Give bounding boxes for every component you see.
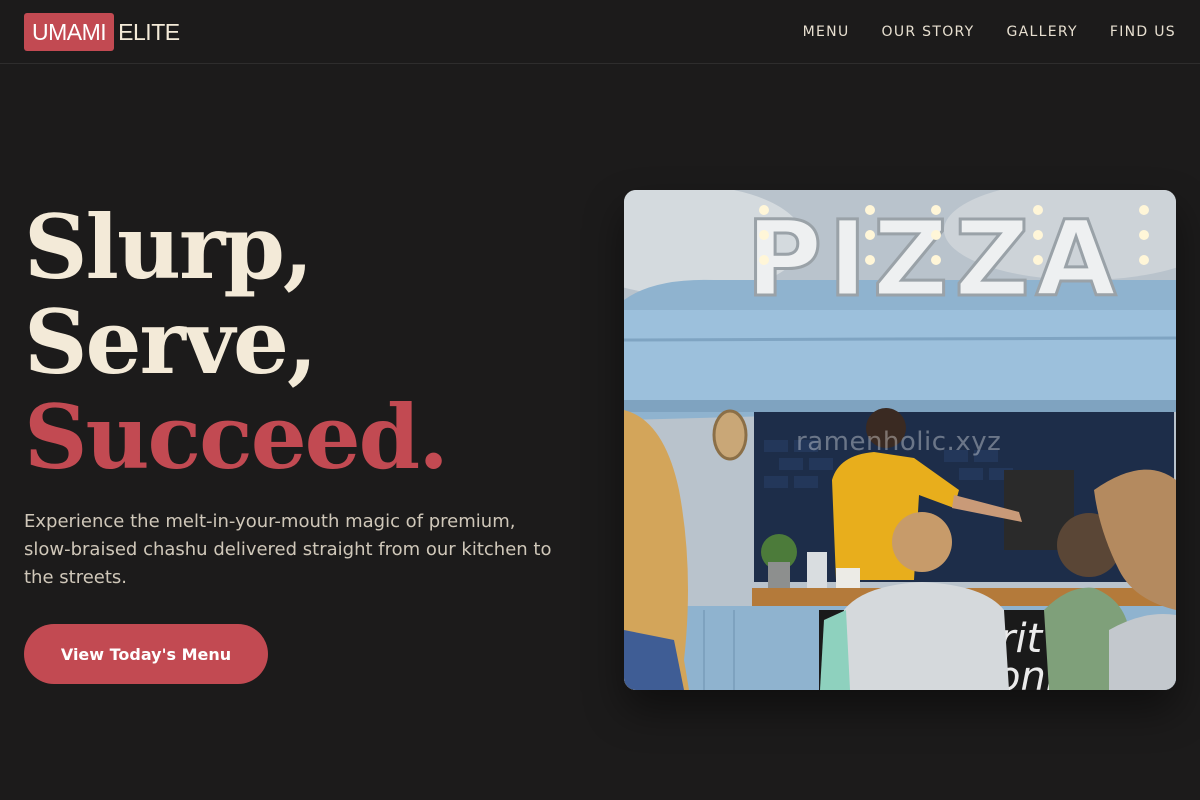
main-nav: MENU OUR STORY GALLERY FIND US [803, 0, 1176, 64]
view-menu-button[interactable]: View Today's Menu [24, 624, 268, 684]
napkin-box [836, 568, 860, 588]
plant-pot [768, 562, 790, 588]
customer-hoodie-right [1109, 614, 1176, 690]
awning-edge [624, 400, 1176, 412]
chef-head [866, 408, 906, 448]
site-header: UMAMI ELITE MENU OUR STORY GALLERY FIND … [0, 0, 1200, 64]
logo-highlight: UMAMI [24, 13, 115, 51]
logo-text: ELITE [118, 18, 180, 45]
headline-line-serve: Serve, [24, 290, 318, 394]
customer-sleeve-teal [820, 610, 850, 690]
headline-line-slurp: Slurp, [24, 195, 313, 299]
hero-food-truck-image: £ rit oni PIZZA [624, 190, 1176, 690]
nav-link-find-us[interactable]: FIND US [1110, 24, 1176, 40]
nav-link-gallery[interactable]: GALLERY [1007, 24, 1078, 40]
customer-hair-center [892, 512, 952, 572]
brand-logo[interactable]: UMAMI ELITE [24, 13, 180, 51]
sanitizer-bottle [807, 552, 827, 588]
nav-link-menu[interactable]: MENU [803, 24, 850, 40]
truck-upper-panel [624, 310, 1176, 405]
nav-link-our-story[interactable]: OUR STORY [882, 24, 975, 40]
food-truck-illustration: £ rit oni PIZZA [624, 190, 1176, 690]
headline-line-succeed: Succeed. [24, 385, 449, 489]
lamp-icon [712, 409, 748, 461]
hero-headline: Slurp, Serve, Succeed. [24, 195, 449, 489]
panel-line [624, 336, 1176, 342]
hero-description: Experience the melt-in-your-mouth magic … [24, 511, 552, 588]
